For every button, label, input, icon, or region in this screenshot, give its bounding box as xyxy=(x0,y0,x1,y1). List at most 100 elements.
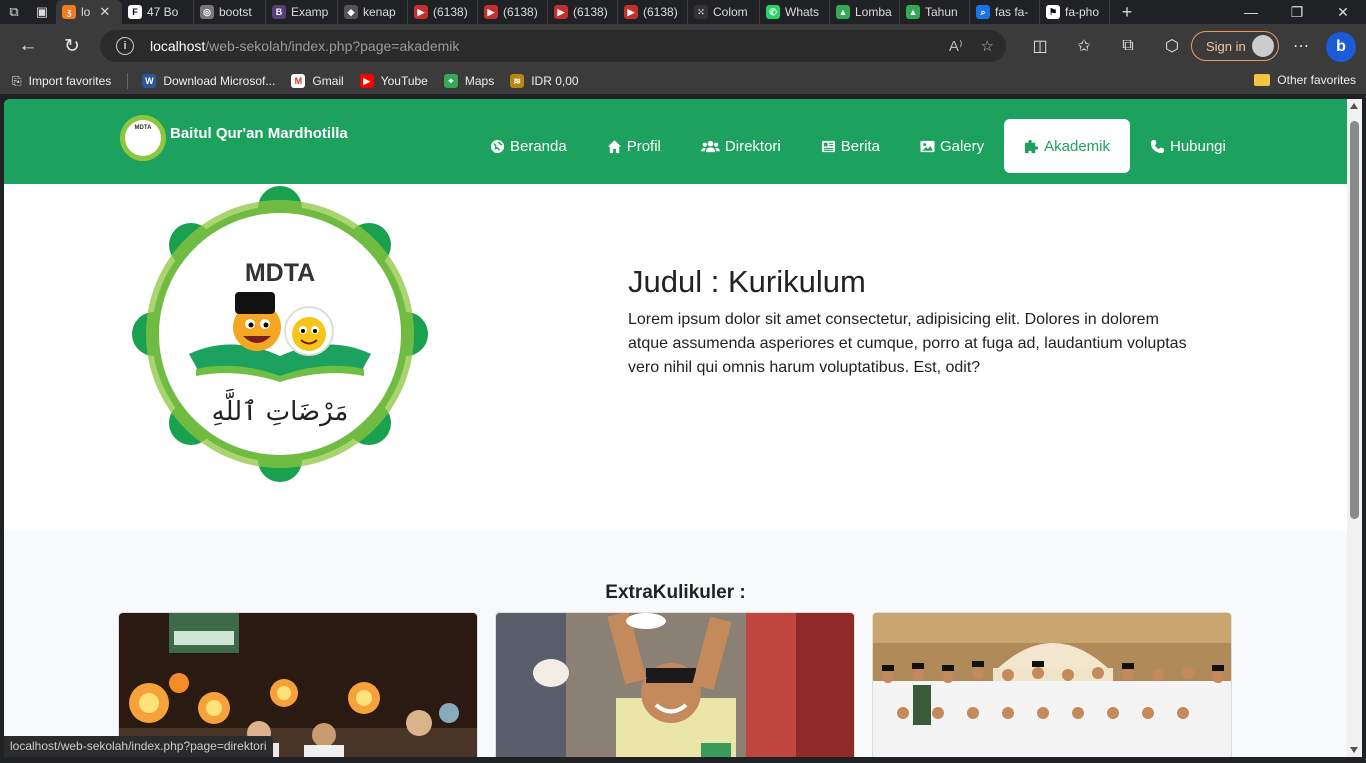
maps-icon: ⌖ xyxy=(443,74,458,88)
restore-icon[interactable]: ❐ xyxy=(1274,0,1320,24)
favorites-icon[interactable]: ✩ xyxy=(1062,24,1106,68)
browser-tab[interactable]: ✆ Whats xyxy=(760,0,830,24)
tab-actions-icon[interactable]: ▣ xyxy=(28,0,56,24)
card-photo xyxy=(873,613,1231,757)
tab-label: Examp xyxy=(291,5,329,19)
gmail-icon: M xyxy=(291,74,306,88)
new-tab-button[interactable]: + xyxy=(1110,2,1144,23)
youtube-icon: ▶ xyxy=(359,74,374,88)
favorite-link[interactable]: M Gmail xyxy=(291,74,344,88)
tab-favicon-icon: ◎ xyxy=(200,5,214,19)
nav-direktori[interactable]: Direktori xyxy=(681,119,801,173)
bootstrap-favicon-icon: B xyxy=(272,5,286,19)
scroll-up-icon[interactable] xyxy=(1350,103,1358,109)
nav-galery[interactable]: Galery xyxy=(900,119,1004,173)
nav-hubungi[interactable]: Hubungi xyxy=(1130,119,1246,173)
tab-favicon-icon: ⁙ xyxy=(694,5,708,19)
nav-label: Hubungi xyxy=(1169,137,1226,155)
site-info-icon[interactable]: i xyxy=(116,37,134,55)
tab-label: Colom xyxy=(713,5,748,19)
read-aloud-icon[interactable]: A⁾ xyxy=(949,37,963,55)
favorite-label: Import favorites xyxy=(28,74,112,88)
minimize-icon[interactable]: — xyxy=(1228,0,1274,24)
browser-tab[interactable]: F 47 Bo xyxy=(122,0,194,24)
scroll-down-icon[interactable] xyxy=(1350,747,1358,753)
section-title: ExtraKulikuler : xyxy=(605,582,746,603)
card-photo xyxy=(496,613,854,757)
extracurricular-card-group-photo[interactable] xyxy=(872,612,1232,757)
browser-tab[interactable]: ⌕ fas fa- xyxy=(970,0,1040,24)
extracurricular-card-outdoor-activity[interactable] xyxy=(495,612,855,757)
nav-label: Direktori xyxy=(724,137,781,155)
close-window-icon[interactable]: ✕ xyxy=(1320,0,1366,24)
favorite-link[interactable]: ≋ IDR 0,00 xyxy=(510,74,579,88)
main-menu: Beranda Profil Direktori Berita Galery A… xyxy=(470,119,1246,173)
nav-label: Galery xyxy=(939,137,985,155)
refresh-icon[interactable]: ↻ xyxy=(50,24,94,68)
browser-tab[interactable]: ▶ (6138) xyxy=(408,0,478,24)
nav-berita[interactable]: Berita xyxy=(801,119,900,173)
browser-tab[interactable]: ◎ bootst xyxy=(194,0,266,24)
scrollbar-thumb[interactable] xyxy=(1350,121,1359,519)
collections-icon[interactable]: ⧉ xyxy=(1106,24,1150,68)
browser-tab[interactable]: B Examp xyxy=(266,0,338,24)
close-tab-icon[interactable]: ✕ xyxy=(99,4,110,20)
nav-label: Beranda xyxy=(510,137,567,155)
logo-title: MDTA xyxy=(245,259,315,287)
other-favorites[interactable]: Other favorites xyxy=(1254,73,1356,87)
browser-tab[interactable]: ▲ Lomba xyxy=(830,0,900,24)
tab-label: Tahun xyxy=(925,5,958,19)
nav-beranda[interactable]: Beranda xyxy=(470,119,587,173)
favorite-link[interactable]: ▶ YouTube xyxy=(359,74,428,88)
url-text[interactable]: localhost/web-sekolah/index.php?page=aka… xyxy=(150,38,459,54)
page-title: Judul : Kurikulum xyxy=(628,264,866,299)
workspaces-icon[interactable]: ⧉ xyxy=(0,0,28,24)
browser-tab[interactable]: ▲ Tahun xyxy=(900,0,970,24)
youtube-favicon-icon: ▶ xyxy=(484,5,498,19)
import-icon: ⎘ xyxy=(12,73,22,88)
nav-akademik[interactable]: Akademik xyxy=(1004,119,1130,173)
copilot-icon[interactable]: b xyxy=(1326,32,1356,62)
drive-favicon-icon: ▲ xyxy=(906,5,920,19)
extracurricular-section: ExtraKulikuler : xyxy=(4,531,1347,757)
hero-content: Judul : Kurikulum Lorem ipsum dolor sit … xyxy=(628,264,1198,380)
extensions-icon[interactable]: ⬡ xyxy=(1150,24,1194,68)
nav-label: Akademik xyxy=(1044,137,1110,155)
avatar xyxy=(1252,35,1274,57)
newspaper-icon xyxy=(821,140,835,152)
browser-tab[interactable]: ▶ (6138) xyxy=(548,0,618,24)
sign-in-button[interactable]: Sign in xyxy=(1191,31,1279,61)
page-scrollbar[interactable] xyxy=(1347,99,1362,757)
youtube-favicon-icon: ▶ xyxy=(624,5,638,19)
tab-label: Whats xyxy=(785,5,820,19)
image-icon xyxy=(920,140,935,152)
word-icon: W xyxy=(142,74,157,88)
more-options-icon[interactable]: ⋯ xyxy=(1286,24,1316,68)
brand-logo: MDTA xyxy=(120,115,166,161)
browser-tab[interactable]: ⁙ Colom xyxy=(688,0,760,24)
favorite-label: Maps xyxy=(464,74,495,88)
youtube-favicon-icon: ▶ xyxy=(554,5,568,19)
favorite-import[interactable]: ⎘ Import favorites xyxy=(12,74,111,89)
browser-tab[interactable]: ▶ (6138) xyxy=(618,0,688,24)
favorite-link[interactable]: ⌖ Maps xyxy=(443,74,495,88)
nav-label: Profil xyxy=(626,137,661,155)
favorite-label: Download Microsof... xyxy=(163,74,276,88)
window-controls: — ❐ ✕ xyxy=(1228,0,1366,24)
split-screen-icon[interactable]: ◫ xyxy=(1018,24,1062,68)
favorites-bar: ⎘ Import favorites W Download Microsof..… xyxy=(0,68,1366,94)
favorite-link[interactable]: W Download Microsof... xyxy=(142,74,275,88)
status-bar-url: localhost/web-sekolah/index.php?page=dir… xyxy=(4,736,273,757)
browser-tab[interactable]: ◆ kenap xyxy=(338,0,408,24)
address-bar[interactable]: i localhost/web-sekolah/index.php?page=a… xyxy=(100,30,1006,62)
browser-tab[interactable]: ▶ (6138) xyxy=(478,0,548,24)
back-icon[interactable]: ← xyxy=(6,24,50,68)
browser-tab[interactable]: ʒ lo ✕ xyxy=(56,0,122,24)
nav-profil[interactable]: Profil xyxy=(587,119,681,173)
browser-tab-bar: ⧉ ▣ ʒ lo ✕ F 47 Bo ◎ bootst B Examp ◆ ke… xyxy=(0,0,1366,24)
favorite-star-icon[interactable]: ☆ xyxy=(981,37,994,55)
site-brand[interactable]: MDTA Baitul Qur'an Mardhotilla xyxy=(120,115,348,161)
browser-toolbar: ← ↻ i localhost/web-sekolah/index.php?pa… xyxy=(0,24,1366,68)
browser-tab[interactable]: ⚑ fa-pho xyxy=(1040,0,1110,24)
tab-label: kenap xyxy=(363,5,396,19)
